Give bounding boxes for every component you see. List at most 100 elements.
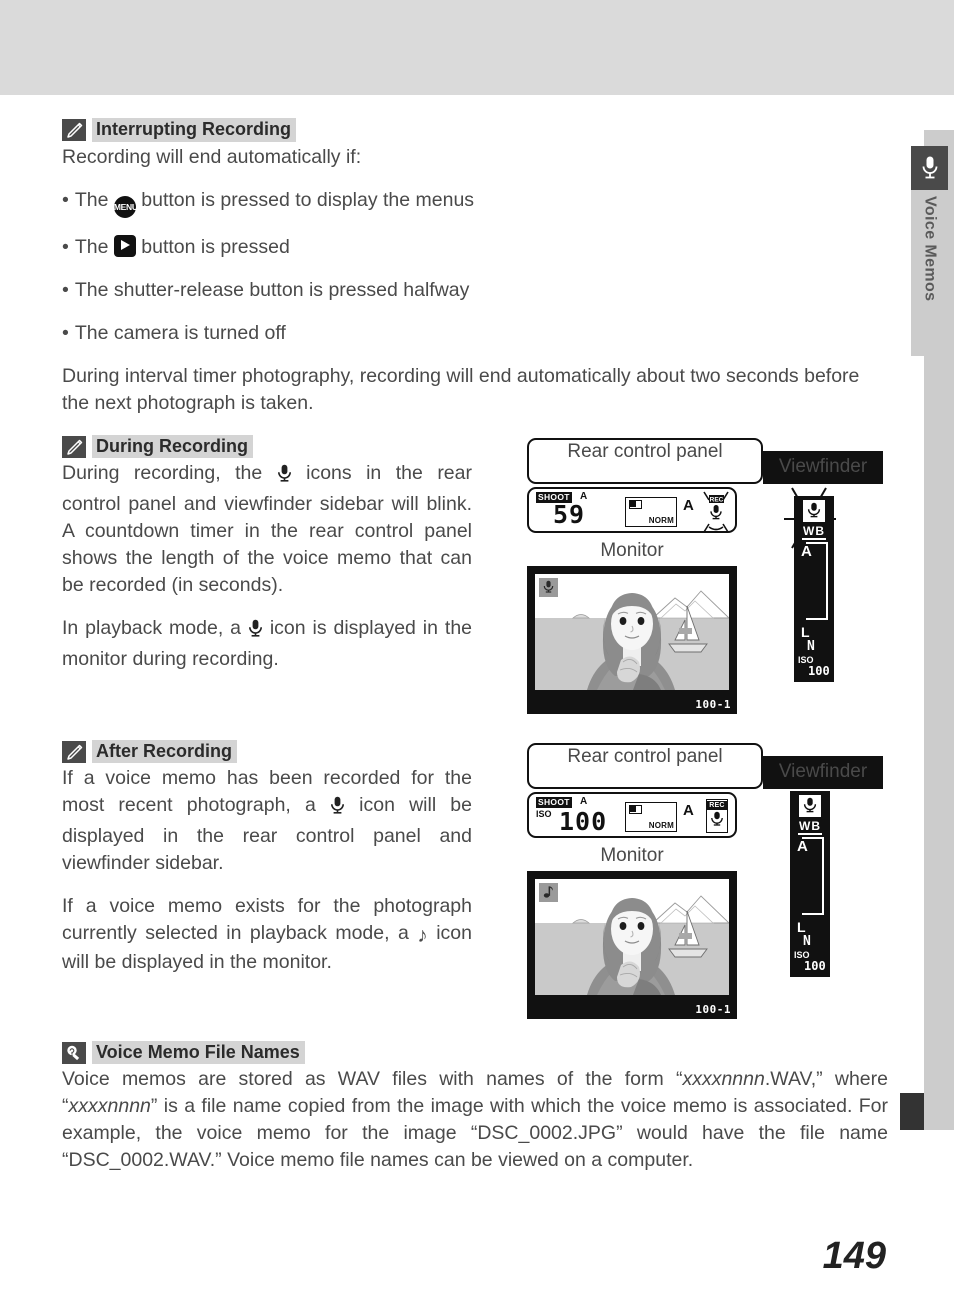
- rec-indicator-blinking: REC: [701, 490, 731, 534]
- section-heading: After Recording: [62, 739, 472, 764]
- rec-indicator: REC: [706, 798, 728, 833]
- section-voice-memo-file-names: Voice Memo File Names Voice memos are st…: [62, 1040, 888, 1175]
- section-body: During recording, the icons in the rear …: [62, 460, 472, 673]
- filename-placeholder: xxxxnnnn: [68, 1095, 151, 1118]
- top-margin-band: [0, 0, 954, 95]
- rear-control-panel-display: SHOOT A 59 NORM A REC: [527, 486, 737, 534]
- bullet-text: The MENU button is pressed to display th…: [75, 187, 474, 218]
- page-content: Interrupting Recording Recording will en…: [62, 118, 888, 1174]
- bullet-dot: •: [62, 278, 69, 301]
- figure-label-rear-panel: Rear control panel: [527, 742, 763, 789]
- image-quality-label: NORM: [648, 515, 674, 525]
- intro-text: Recording will end automatically if:: [62, 145, 362, 168]
- figure-label-viewfinder: Viewfinder: [763, 450, 883, 484]
- music-note-icon: ♪: [417, 924, 428, 948]
- figure-labels: Rear control panel Viewfinder: [514, 435, 888, 484]
- figure-labels: Rear control panel Viewfinder: [514, 740, 888, 789]
- pencil-icon: [62, 118, 86, 141]
- microphone-icon: [539, 577, 558, 597]
- sidebar-thumb-tab: Voice Memos: [911, 146, 948, 356]
- section-heading: Voice Memo File Names: [62, 1040, 888, 1065]
- section-heading: During Recording: [62, 434, 472, 459]
- outro-text: During interval timer photography, recor…: [62, 364, 860, 414]
- microphone-icon: [711, 811, 723, 826]
- image-size-quality: L N: [801, 624, 815, 654]
- playback-button-icon: [113, 234, 136, 257]
- section-body: Voice memos are stored as WAV files with…: [62, 1066, 888, 1174]
- section-during-recording: During Recording During recording, the i…: [62, 434, 472, 714]
- image-size-value: L: [797, 918, 806, 935]
- monitor-screen: [535, 573, 729, 690]
- list-item: • The MENU button is pressed to display …: [62, 187, 888, 218]
- section-body: Recording will end automatically if: • T…: [62, 144, 888, 417]
- menu-button-icon: MENU: [113, 195, 138, 218]
- figure-row: SHOOT A ISO 100 NORM A REC Monitor 100-1…: [514, 789, 888, 1019]
- shoot-mode-value: A: [580, 795, 588, 807]
- image-quality-box: NORM: [625, 496, 677, 527]
- after-recording-block: After Recording If a voice memo has been…: [62, 739, 888, 1019]
- exposure-mode-value: A: [683, 801, 694, 819]
- paragraph: In playback mode, a icon is displayed in…: [62, 617, 473, 671]
- bullet-dot: •: [62, 321, 69, 344]
- rec-label: REC: [707, 800, 727, 810]
- bullet-dot: •: [62, 235, 69, 258]
- bullet-text: The button is pressed: [74, 234, 290, 258]
- pencil-icon: [62, 435, 86, 458]
- frame-number: 100-1: [695, 1002, 731, 1016]
- pencil-icon: [62, 740, 86, 763]
- white-balance-label: WB: [802, 523, 826, 540]
- figure-label-monitor: Monitor: [600, 539, 664, 561]
- section-heading: Interrupting Recording: [62, 118, 888, 142]
- iso-row: ISO 100: [798, 655, 830, 677]
- paragraph: Voice memos are stored as WAV files with…: [62, 1068, 888, 1172]
- viewfinder-bracket: [806, 541, 828, 620]
- viewfinder-column: WB A L N ISO 100: [750, 789, 870, 977]
- filename-placeholder: xxxxnnnn: [682, 1068, 765, 1091]
- viewfinder-bracket: [802, 836, 824, 915]
- page-number: 149: [822, 1235, 886, 1277]
- countdown-timer-value: 59: [553, 499, 586, 529]
- after-recording-figure: Rear control panel Viewfinder SHOOT A IS…: [472, 740, 888, 1019]
- list-item: • The shutter-release button is pressed …: [62, 277, 888, 304]
- list-item: • The camera is turned off: [62, 320, 888, 347]
- microphone-icon: [911, 146, 948, 190]
- section-after-recording: After Recording If a voice memo has been…: [62, 739, 472, 1019]
- iso-value: 100: [808, 663, 830, 678]
- bullet-text: The shutter-release button is pressed ha…: [74, 278, 470, 301]
- iso-value: 100: [559, 806, 608, 836]
- microphone-icon: [330, 796, 345, 823]
- sidebar-item-label: Voice Memos: [921, 196, 939, 302]
- rear-panel-column: SHOOT A 59 NORM A REC Monitor 100-1: [514, 484, 750, 714]
- magnifier-icon: [62, 1041, 86, 1064]
- section-title: Voice Memo File Names: [92, 1040, 305, 1065]
- image-size-icon: [629, 804, 642, 814]
- paragraph: During recording, the icons in the rear …: [62, 462, 472, 597]
- during-recording-figure: Rear control panel Viewfinder SHOOT A 59…: [472, 435, 888, 714]
- viewfinder-sidebar: WB A L N ISO 100: [794, 495, 834, 682]
- figure-row: SHOOT A 59 NORM A REC Monitor 100-1 WB A…: [514, 484, 888, 714]
- microphone-icon: [799, 794, 821, 817]
- image-size-quality: L N: [797, 918, 811, 949]
- section-body: If a voice memo has been recorded for th…: [62, 765, 472, 976]
- exposure-mode-value: A: [683, 496, 694, 514]
- during-recording-block: During Recording During recording, the i…: [62, 434, 888, 714]
- image-quality-value: N: [807, 638, 815, 654]
- figure-label-viewfinder: Viewfinder: [763, 755, 883, 789]
- monitor-screen: [535, 878, 729, 995]
- section-title: After Recording: [92, 739, 238, 764]
- paragraph: If a voice memo exists for the photograp…: [62, 895, 472, 974]
- bullet-text: The camera is turned off: [74, 321, 286, 344]
- rear-control-panel-display: SHOOT A ISO 100 NORM A REC: [527, 791, 737, 838]
- rear-panel-column: SHOOT A ISO 100 NORM A REC Monitor 100-1: [514, 789, 750, 1019]
- monitor-display: 100-1: [527, 565, 737, 714]
- image-quality-value: N: [803, 933, 811, 949]
- iso-value: 100: [804, 958, 826, 973]
- white-balance-label: WB: [798, 818, 822, 835]
- image-quality-box: NORM: [625, 801, 677, 832]
- figure-label-rear-panel: Rear control panel: [527, 437, 763, 484]
- frame-number: 100-1: [695, 697, 731, 711]
- microphone-icon: [277, 464, 292, 491]
- microphone-icon: [248, 619, 263, 646]
- viewfinder-column: WB A L N ISO 100: [750, 484, 870, 686]
- figure-label-monitor: Monitor: [600, 844, 664, 866]
